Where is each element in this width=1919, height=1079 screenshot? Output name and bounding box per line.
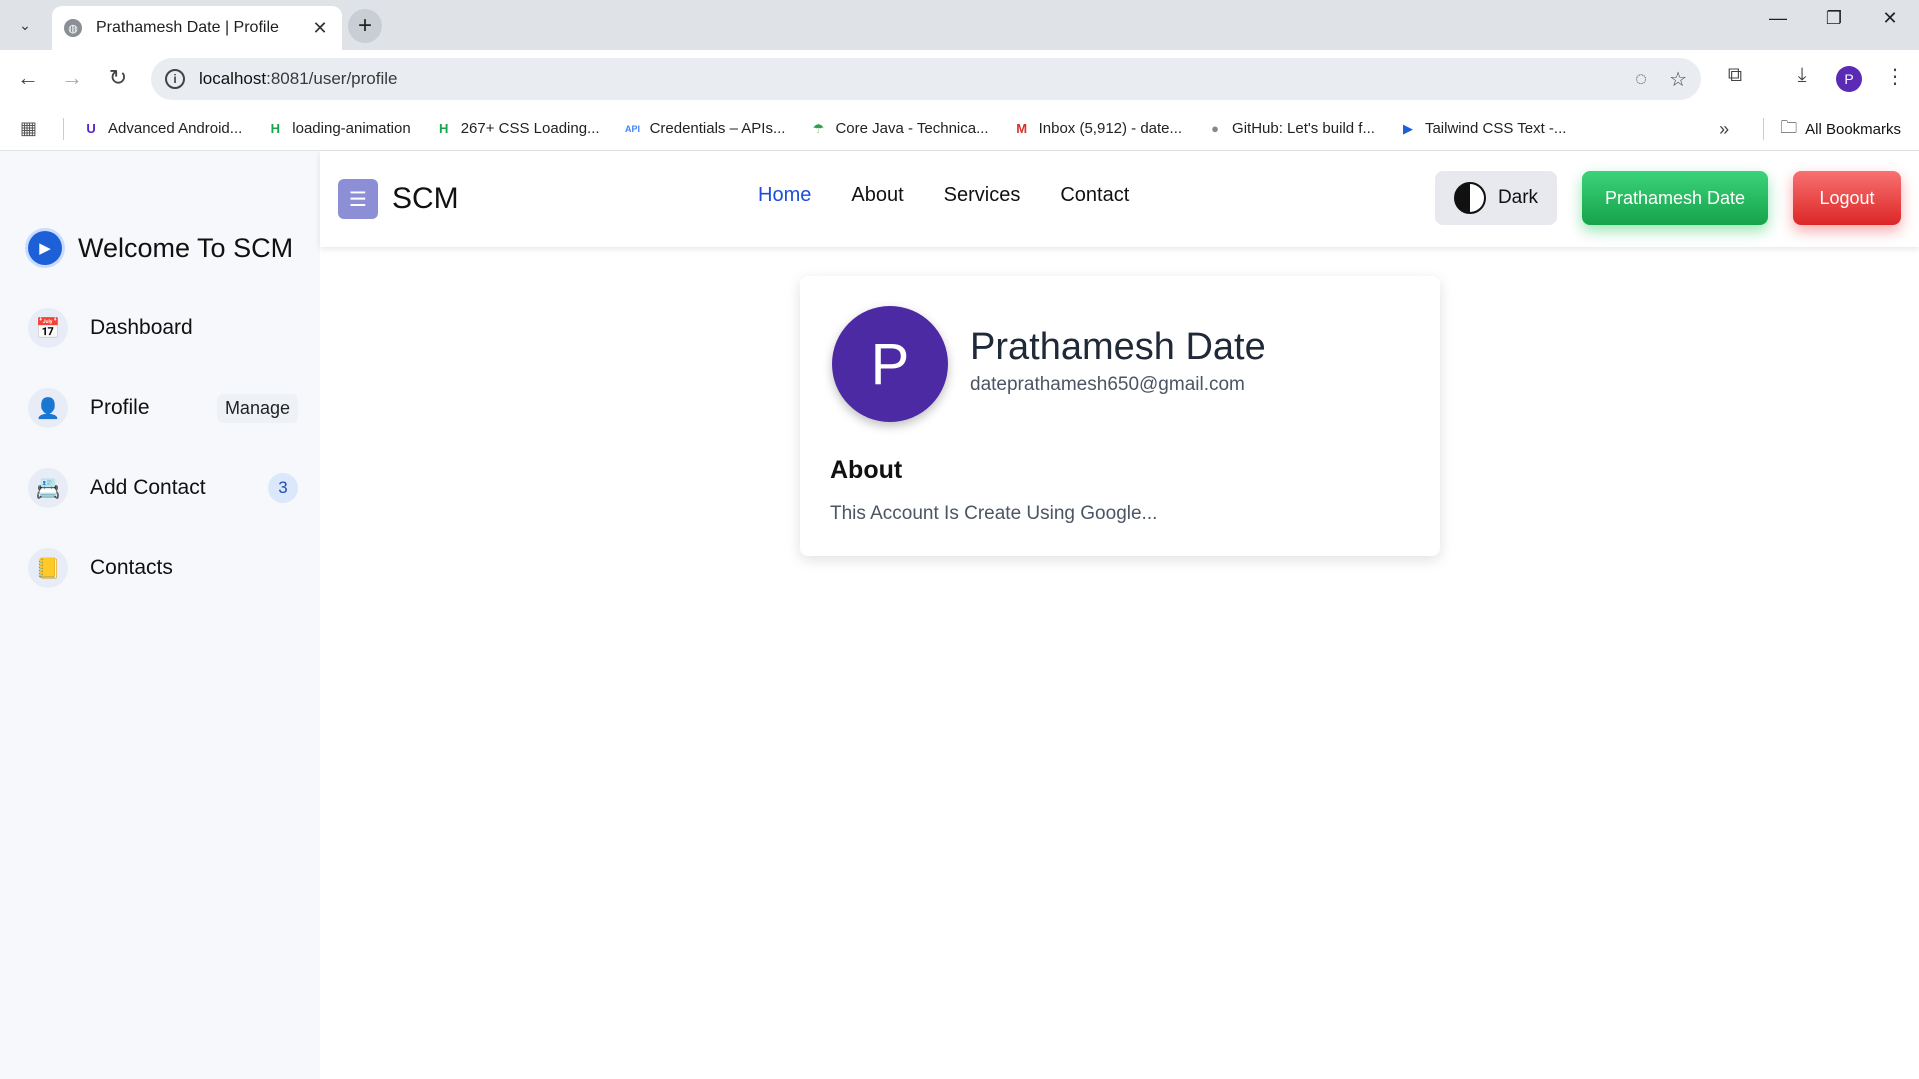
nav-link-services[interactable]: Services [944,184,1021,207]
h-icon: H [270,121,280,136]
eye-off-icon[interactable]: ◌ [1635,68,1647,91]
nav-link-about[interactable]: About [851,184,903,207]
sidebar-item-add-contact[interactable]: 📇 Add Contact 3 [28,466,298,510]
dashboard-icon: 📅 [28,308,68,348]
bookmark-item[interactable]: ☂ Core Java - Technica... [809,120,989,138]
profile-name: Prathamesh Date [970,326,1266,368]
app-root: ▶ Welcome To SCM 📅 Dashboard 👤 Profile M… [0,151,1919,1079]
bookmark-item[interactable]: API Credentials – APIs... [624,120,786,138]
back-arrow-icon[interactable]: ← [13,65,43,91]
bookmark-label: Core Java - Technica... [835,120,989,137]
bookmark-list: U Advanced Android... Hloading-animation H 2… [82,120,1590,138]
reload-icon[interactable]: ↻ [103,65,133,91]
h-icon: H [439,121,449,136]
browser-tab[interactable]: ◍ Prathamesh Date | Profile ✕ [52,6,342,50]
avatar: P [832,306,948,422]
bookmark-item[interactable]: ▶ Tailwind CSS Text -... [1399,120,1566,138]
nav-link-home[interactable]: Home [758,184,811,207]
about-heading: About [830,456,903,484]
brand-logo[interactable]: ☰ SCM [338,179,459,219]
theme-label: Dark [1497,187,1539,208]
gmail-icon: M [1016,121,1028,136]
profile-card: P Prathamesh Date dateprathamesh650@gmai… [800,276,1440,556]
bookmark-label: loading-animation [292,120,411,137]
bookmarks-divider-right [1763,118,1765,140]
more-bookmarks-chevron-icon[interactable]: » [1719,119,1729,140]
new-tab-button[interactable]: + [348,9,382,43]
user-name-button[interactable]: Prathamesh Date [1582,171,1768,225]
api-icon: API [625,123,641,134]
half-moon-icon [1453,182,1486,214]
address-bar[interactable]: i localhost:8081/user/profile ◌ ☆ [151,58,1701,100]
manage-badge: Manage [216,393,298,423]
globe-icon: ◍ [64,19,82,37]
main-nav: Home About Services Contact [758,184,1169,207]
sidebar-item-dashboard[interactable]: 📅 Dashboard [28,306,298,350]
url-text[interactable]: localhost:8081/user/profile [199,69,1613,89]
bookmark-item[interactable]: U Advanced Android... [82,120,242,138]
bookmark-label: Tailwind CSS Text -... [1424,120,1567,137]
bookmark-item[interactable]: H 267+ CSS Loading... [435,120,600,138]
bookmarks-right: » 🗀 All Bookmarks [1719,107,1901,151]
logout-button[interactable]: Logout [1793,171,1901,225]
add-contact-icon: 📇 [28,468,68,508]
bookmarks-bar: ▦ U Advanced Android... Hloading-animation… [0,107,1919,151]
about-text: This Account Is Create Using Google... [830,503,1158,524]
bookmark-item[interactable]: ● GitHub: Let's build f... [1206,120,1375,138]
brand-name: SCM [392,182,459,215]
profile-icon: 👤 [28,388,68,428]
browser-toolbar: ← → ↻ i localhost:8081/user/profile ◌ ☆ … [0,50,1919,107]
close-tab-icon[interactable]: ✕ [310,18,330,39]
sidebar-item-label: Dashboard [90,316,193,339]
sidebar-welcome[interactable]: ▶ Welcome To SCM [28,231,293,265]
forward-arrow-icon[interactable]: → [57,65,87,91]
profile-avatar-icon[interactable]: P [1836,66,1862,92]
play-icon: ▶ [1402,120,1413,136]
sidebar-item-profile[interactable]: 👤 Profile Manage [28,386,298,430]
all-bookmarks-link[interactable]: All Bookmarks [1805,121,1901,138]
folder-icon: 🗀 [1780,117,1798,137]
sidebar-item-label: Profile [90,396,150,419]
download-icon[interactable]: ⤓ [1787,64,1817,87]
sidebar-item-label: Contacts [90,556,173,579]
bookmark-item[interactable]: M Inbox (5,912) - date... [1013,120,1182,138]
sidebar-item-label: Add Contact [90,476,206,499]
apps-grid-icon[interactable]: ▦ [20,118,37,139]
minimize-icon[interactable]: — [1758,8,1798,29]
contacts-book-icon: ☰ [338,179,378,219]
extensions-icon[interactable]: ⧉ [1720,64,1750,87]
window-close-icon[interactable]: ✕ [1870,8,1910,29]
welcome-title: Welcome To SCM [78,232,294,263]
bookmark-label: Inbox (5,912) - date... [1038,120,1183,137]
top-navbar: ☰ SCM Home About Services Contact Dark P… [320,151,1919,247]
star-icon[interactable]: ☆ [1669,67,1687,92]
bookmarks-divider [63,117,65,140]
tab-title: Prathamesh Date | Profile [96,19,279,36]
sidebar: ▶ Welcome To SCM 📅 Dashboard 👤 Profile M… [0,151,320,1079]
sidebar-item-contacts[interactable]: 📒 Contacts [28,546,298,590]
tab-strip: ⌄ ◍ Prathamesh Date | Profile ✕ + — ❐ ✕ [0,0,1919,50]
bookmark-label: Advanced Android... [108,120,243,137]
nav-link-contact[interactable]: Contact [1060,184,1129,207]
kebab-menu-icon[interactable]: ⋮ [1880,64,1910,89]
contact-count-badge: 3 [268,473,298,503]
theme-toggle-button[interactable]: Dark [1435,171,1557,225]
bookmark-label: 267+ CSS Loading... [460,120,600,137]
udemy-icon: U [86,121,96,136]
profile-email: dateprathamesh650@gmail.com [970,374,1245,395]
github-icon: ● [1211,121,1219,136]
bookmark-item[interactable]: Hloading-animation [266,120,411,138]
leaf-icon: ☂ [812,120,825,136]
tab-search-chevron-icon[interactable]: ⌄ [12,12,38,38]
site-info-icon[interactable]: i [165,69,185,89]
contacts-icon: 📒 [28,548,68,588]
bookmark-label: Credentials – APIs... [649,120,786,137]
bookmark-label: GitHub: Let's build f... [1232,120,1375,137]
restore-icon[interactable]: ❐ [1814,8,1854,29]
play-logo-icon: ▶ [28,231,62,265]
